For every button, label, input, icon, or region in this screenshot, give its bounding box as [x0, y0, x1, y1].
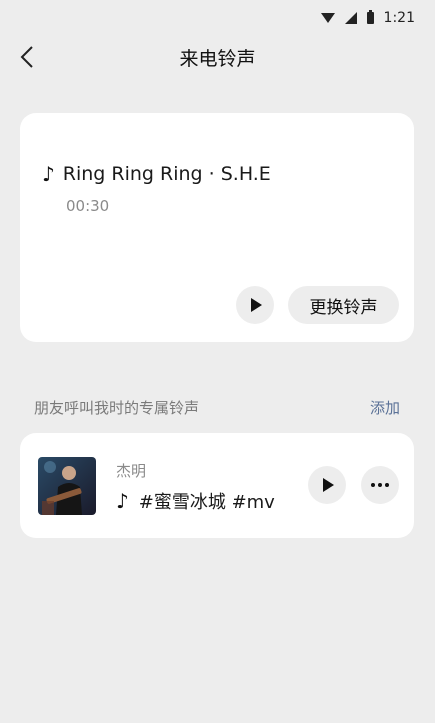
current-song-row: ♪ Ring Ring Ring · S.H.E [42, 163, 271, 185]
status-time: 1:21 [383, 10, 415, 26]
header: 来电铃声 [0, 36, 435, 78]
play-button[interactable] [236, 286, 274, 324]
more-options-button[interactable] [361, 466, 399, 504]
status-bar: 1:21 [0, 0, 435, 36]
current-song-title: Ring Ring Ring · S.H.E [62, 163, 271, 185]
current-song-duration: 00:30 [66, 197, 110, 215]
friend-song-title: #蜜雪冰城 #mv [138, 492, 275, 513]
signal-icon [344, 12, 357, 24]
battery-icon [366, 10, 374, 24]
change-ringtone-button[interactable]: 更换铃声 [288, 286, 399, 324]
friend-song-row: ♪ #蜜雪冰城 #mv [116, 488, 275, 514]
more-icon [371, 483, 389, 487]
avatar [38, 457, 96, 515]
friend-play-button[interactable] [308, 466, 346, 504]
music-note-icon: ♪ [42, 162, 55, 186]
friend-name: 杰明 [116, 462, 147, 480]
music-note-icon: ♪ [116, 489, 129, 513]
play-icon [323, 478, 334, 492]
add-button[interactable]: 添加 [370, 397, 400, 418]
chevron-left-icon [20, 46, 33, 68]
current-ringtone-card: ♪ Ring Ring Ring · S.H.E 00:30 更换铃声 [20, 113, 414, 342]
friends-section-title: 朋友呼叫我时的专属铃声 [34, 399, 200, 417]
back-button[interactable] [14, 44, 40, 70]
wifi-icon [320, 13, 335, 23]
friend-ringtone-card[interactable]: 杰明 ♪ #蜜雪冰城 #mv [20, 433, 414, 538]
page-title: 来电铃声 [179, 47, 256, 70]
play-icon [251, 298, 262, 312]
